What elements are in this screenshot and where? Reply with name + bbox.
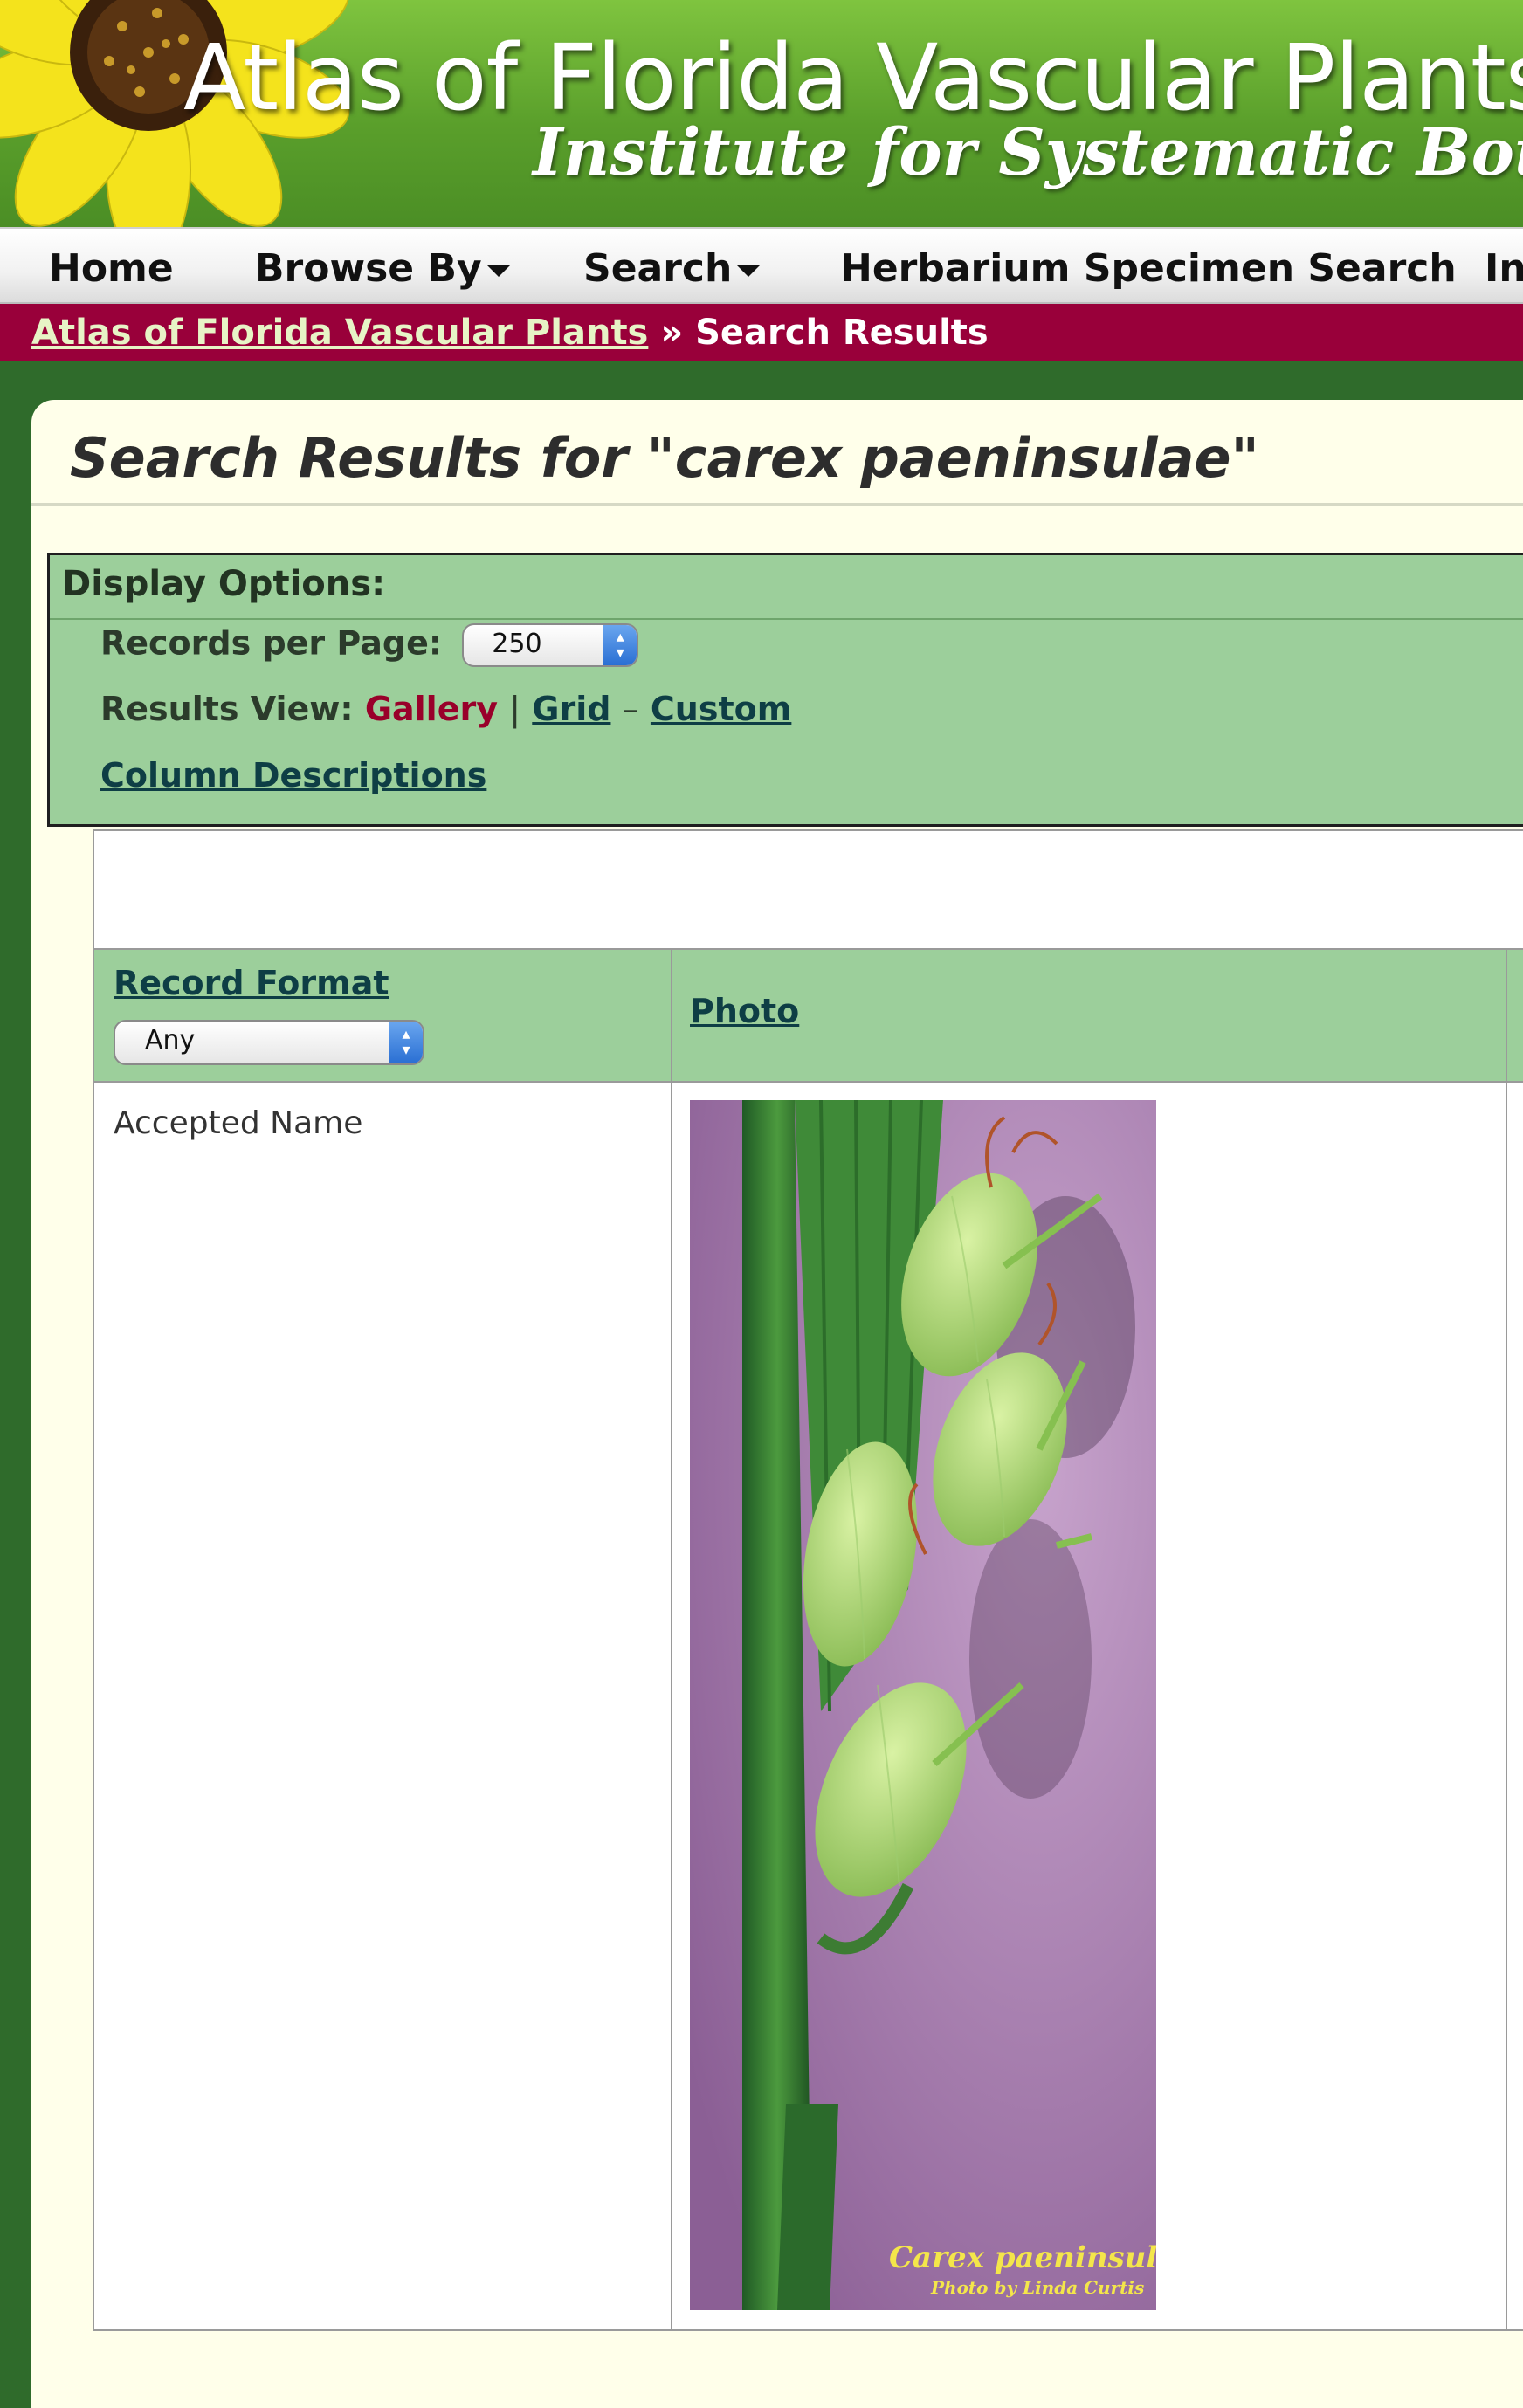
page-title: Search Results for "carex paeninsulae" <box>70 426 1259 490</box>
nav-herbarium-specimen-search[interactable]: Herbarium Specimen Search <box>840 246 1457 291</box>
record-format-filter-select[interactable]: Any ▴ ▾ <box>114 1020 424 1065</box>
records-per-page-value: 250 <box>492 629 542 659</box>
view-gallery-link[interactable]: Gallery <box>365 690 498 728</box>
display-options-heading: Display Options: <box>50 555 1523 620</box>
chevron-down-icon <box>486 265 510 277</box>
plant-photo[interactable]: Carex paeninsulae Photo by Linda Curtis <box>690 1100 1156 2310</box>
carex-photo-illustration <box>690 1100 1156 2310</box>
results-view-label: Results View: <box>100 690 354 728</box>
column-descriptions-link[interactable]: Column Descriptions <box>100 756 486 795</box>
chevron-down-icon <box>737 265 761 277</box>
nav-browse-by-label: Browse By <box>255 246 482 291</box>
nav-home[interactable]: Home <box>49 246 174 291</box>
column-divider <box>1506 948 1507 2331</box>
column-descriptions-row: Column Descriptions <box>100 756 486 795</box>
records-per-page-row: Records per Page: 250 ▴ ▾ <box>100 623 639 667</box>
main-nav: Home Browse By Search Herbarium Specimen… <box>0 227 1523 304</box>
results-view-row: Results View: Gallery | Grid – Custom <box>100 690 791 728</box>
nav-search-label: Search <box>583 246 733 291</box>
view-separator: – <box>622 690 639 728</box>
select-arrows-icon: ▴ ▾ <box>389 1022 423 1063</box>
title-divider <box>31 503 1523 506</box>
record-format-filter-value: Any <box>145 1025 196 1056</box>
view-separator: | <box>509 690 521 728</box>
select-arrows-icon: ▴ ▾ <box>603 625 637 665</box>
record-format-cell: Accepted Name <box>114 1105 363 1141</box>
site-subtitle: Institute for Systematic Botany <box>533 115 1523 190</box>
photo-caption: Carex paeninsulae <box>889 2240 1156 2275</box>
nav-browse-by[interactable]: Browse By <box>255 246 510 291</box>
view-grid-link[interactable]: Grid <box>532 690 610 728</box>
breadcrumb-current: Search Results <box>695 313 989 353</box>
column-header-record-format[interactable]: Record Format <box>114 964 389 1002</box>
column-divider <box>671 948 672 2331</box>
display-options-panel: Display Options: Records per Page: 250 ▴… <box>47 553 1523 827</box>
view-custom-link[interactable]: Custom <box>651 690 791 728</box>
site-banner: Atlas of Florida Vascular Plants Institu… <box>0 0 1523 227</box>
nav-search[interactable]: Search <box>583 246 761 291</box>
records-per-page-label: Records per Page: <box>100 623 443 663</box>
breadcrumb: Atlas of Florida Vascular Plants » Searc… <box>0 304 1523 361</box>
records-per-page-select[interactable]: 250 ▴ ▾ <box>462 623 639 667</box>
breadcrumb-separator: » <box>660 313 684 353</box>
photo-credit: Photo by Linda Curtis <box>931 2277 1145 2298</box>
breadcrumb-home-link[interactable]: Atlas of Florida Vascular Plants <box>31 313 648 353</box>
results-table: Record Format Any ▴ ▾ Photo Accepted Name <box>93 829 1523 2331</box>
column-header-photo[interactable]: Photo <box>690 992 799 1030</box>
nav-item-truncated[interactable]: In <box>1485 246 1523 291</box>
